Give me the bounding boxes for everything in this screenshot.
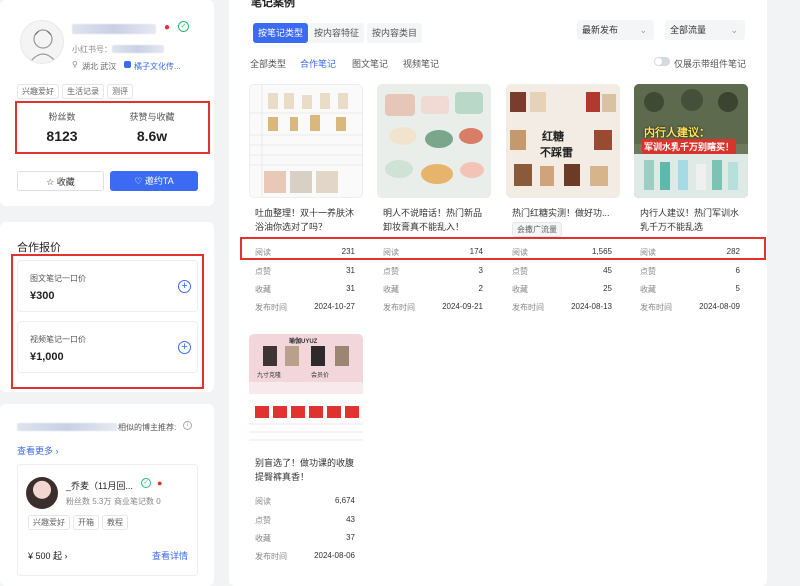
stat-like: 点赞 43 <box>255 515 355 525</box>
stat-like: 点赞 6 <box>640 266 740 276</box>
notes-panel: 笔记案例 按笔记类型 按内容特征 按内容类目 最新发布 ⌄ 全部流量 ⌄ 全部类型 … <box>229 0 767 586</box>
note-thumbnail[interactable]: 内行人建议： 军训水乳千万别瞎买！ <box>634 84 748 198</box>
info-icon: i <box>183 421 192 430</box>
stats-highlight <box>15 101 210 154</box>
stat-date: 发布时间 2024-08-13 <box>512 302 612 312</box>
blogger-tag: 开箱 <box>73 515 99 530</box>
note-thumbnail[interactable] <box>249 84 363 198</box>
stat-fav: 收藏 25 <box>512 284 612 294</box>
thumb-caption: 会员价 <box>311 373 330 379</box>
blogger-tag: 教程 <box>102 515 128 530</box>
stat-like: 点赞 31 <box>255 266 355 276</box>
blogger-card[interactable]: _乔麦（11月回... ✓ ● 粉丝数 5.3万 商业笔记数 0 兴趣爱好 开箱教… <box>17 464 198 576</box>
stat-like: 点赞 45 <box>512 266 612 276</box>
profile-tag: 生活记录 <box>62 84 104 99</box>
stat-read: 阅读 6,674 <box>255 496 355 506</box>
location-text: 湖北 武汉 <box>82 62 117 71</box>
stat-fav: 收藏 5 <box>640 284 740 294</box>
chevron-down-icon: ⌄ <box>639 25 647 35</box>
notes-header: 笔记案例 <box>251 0 295 9</box>
note-title[interactable]: 别盲选了！做功课的收腹提臀裤真香！ <box>255 456 359 484</box>
verified-icon: ✓ <box>141 478 151 488</box>
stat-date: 发布时间 2024-09-21 <box>383 302 483 312</box>
profile-tags: 兴趣爱好 生活记录 测评 <box>17 84 136 99</box>
stat-fav: 收藏 2 <box>383 284 483 294</box>
gender-icon: ● <box>157 478 163 488</box>
star-icon: ☆ <box>46 177 57 187</box>
profile-tag: 测评 <box>107 84 133 99</box>
heart-icon: ♡ <box>134 176 145 186</box>
location-icon: ⚲ <box>72 60 78 69</box>
read-row-highlight <box>240 237 766 260</box>
stat-fav: 收藏 37 <box>255 533 355 543</box>
toggle-label: 仅展示带组件笔记 <box>674 59 747 69</box>
company-icon <box>124 61 131 68</box>
note-title[interactable]: 吐血整理！双十一养肤沐浴油你选对了吗？ <box>255 206 359 234</box>
sort-select[interactable]: 最新发布 ⌄ <box>577 20 654 40</box>
note-title[interactable]: 明人不说暗话！热门新品卸妆膏真不能乱入！ <box>383 206 487 234</box>
blogger-tag: 兴趣爱好 <box>28 515 70 530</box>
blogger-price: ¥ 500 起 › <box>28 551 68 561</box>
thumb-caption: 不踩雷 <box>540 147 573 159</box>
company-link[interactable]: 橘子文化传... <box>134 61 181 72</box>
note-thumbnail[interactable]: 瑜伽UYUZ 九寸克隆 会员价 <box>249 334 363 448</box>
blogger-tags: 兴趣爱好 开箱 教程 <box>28 515 131 530</box>
stat-date: 发布时间 2024-10-27 <box>255 302 355 312</box>
tab-by-category[interactable]: 按内容类目 <box>367 23 423 43</box>
pricing-highlight <box>11 254 204 389</box>
subtab-all[interactable]: 全部类型 <box>250 57 286 70</box>
note-tag: 会撒广流量 <box>512 222 562 237</box>
gender-icon: ● <box>164 22 171 33</box>
tab-by-feature[interactable]: 按内容特征 <box>309 23 365 43</box>
blogger-name: _乔麦（11月回... <box>66 481 133 491</box>
pricing-title: 合作报价 <box>17 242 61 254</box>
thumb-caption: 内行人建议： <box>644 127 710 139</box>
recommend-title: 相似的博主推荐: <box>118 423 177 432</box>
note-title[interactable]: 热门红糖实测！做好功... <box>512 206 616 220</box>
stat-fav: 收藏 31 <box>255 284 355 294</box>
thumb-caption: 瑜伽UYUZ <box>289 339 318 345</box>
thumb-caption: 红糖 <box>542 131 564 143</box>
blogger-notes: 商业笔记数 0 <box>114 497 161 506</box>
recommend-card: 相似的博主推荐: i 查看更多 › _乔麦（11月回... ✓ ● 粉丝数 5.… <box>0 404 214 586</box>
redbook-id-label: 小红书号： <box>72 45 112 54</box>
subtab-video[interactable]: 视频笔记 <box>403 57 439 70</box>
thumb-caption: 军训水乳千万别瞎买！ <box>642 139 737 154</box>
note-title[interactable]: 内行人建议！热门军训水乳千万不能乱选 <box>640 206 744 234</box>
verified-icon: ✓ <box>178 21 189 32</box>
traffic-select[interactable]: 全部流量 ⌄ <box>665 20 745 40</box>
subtab-cooperation[interactable]: 合作笔记 <box>300 57 336 70</box>
stat-date: 发布时间 2024-08-06 <box>255 551 355 561</box>
subtab-image[interactable]: 图文笔记 <box>352 57 388 70</box>
redbook-id-value <box>112 45 164 53</box>
blogger-fans: 粉丝数 5.3万 <box>66 497 112 506</box>
blogger-avatar <box>26 477 58 509</box>
blogger-name <box>72 24 156 34</box>
thumb-caption: 九寸克隆 <box>257 373 282 379</box>
invite-button[interactable]: ♡ 邀约TA <box>110 171 198 191</box>
see-more-link[interactable]: 查看更多 › <box>17 444 59 457</box>
avatar <box>20 20 64 64</box>
stat-like: 点赞 3 <box>383 266 483 276</box>
favorite-button[interactable]: ☆ 收藏 <box>17 171 104 191</box>
tab-by-type[interactable]: 按笔记类型 <box>253 23 309 43</box>
chevron-down-icon: ⌄ <box>730 25 738 35</box>
recommend-blogger-name <box>17 423 117 431</box>
profile-tag: 兴趣爱好 <box>17 84 59 99</box>
note-thumbnail[interactable]: 红糖 不踩雷 <box>506 84 620 198</box>
view-detail-link[interactable]: 查看详情 <box>152 549 188 562</box>
note-thumbnail[interactable] <box>377 84 491 198</box>
stat-date: 发布时间 2024-08-09 <box>640 302 740 312</box>
toggle-switch[interactable] <box>654 57 670 66</box>
